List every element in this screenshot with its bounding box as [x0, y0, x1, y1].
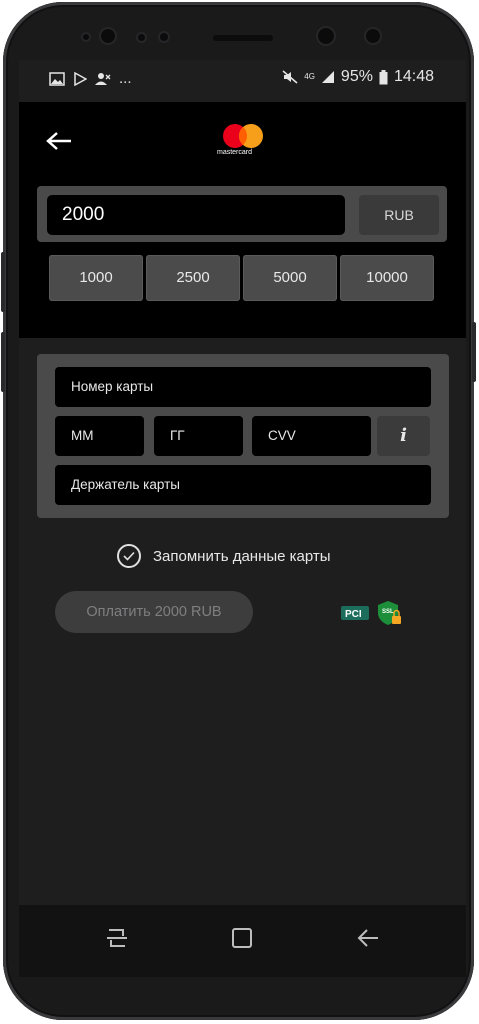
- payment-header: mastercard 2000 RUB 1000 2500 5000 10000: [19, 102, 466, 338]
- amount-panel: 2000 RUB: [37, 186, 447, 242]
- remember-card-label: Запомнить данные карты: [153, 547, 331, 565]
- status-bar: ... 4G 95% 14:48: [19, 60, 466, 100]
- missed-call-icon: [95, 72, 111, 85]
- remember-card-toggle[interactable]: Запомнить данные карты: [117, 544, 331, 568]
- pci-badge-text: PCI: [345, 609, 362, 620]
- currency-button[interactable]: RUB: [359, 195, 439, 235]
- preset-2500-button[interactable]: 2500: [146, 255, 240, 301]
- home-button[interactable]: [228, 927, 256, 955]
- card-number-field[interactable]: Номер карты: [55, 367, 431, 407]
- play-store-icon: [74, 71, 87, 86]
- ssl-badge-icon: SSL: [378, 601, 401, 625]
- network-type: 4G: [304, 72, 315, 81]
- back-button[interactable]: [45, 130, 75, 154]
- recent-apps-button[interactable]: [103, 927, 131, 955]
- power-button: [472, 322, 476, 382]
- more-notifications: ...: [119, 70, 132, 87]
- system-back-button[interactable]: [354, 927, 382, 955]
- status-right: 4G 95% 14:48: [282, 68, 434, 86]
- status-left: ...: [49, 70, 132, 87]
- pay-button[interactable]: Оплатить 2000 RUB: [55, 591, 253, 633]
- battery-icon: [379, 69, 388, 84]
- recent-apps-icon: [107, 929, 127, 947]
- brand-name: mastercard: [217, 149, 253, 156]
- back-icon: [357, 929, 378, 947]
- image-icon: [49, 71, 65, 86]
- front-camera-left: [101, 29, 115, 43]
- mastercard-logo: [215, 122, 271, 162]
- preset-5000-button[interactable]: 5000: [243, 255, 337, 301]
- mute-icon: [282, 70, 298, 84]
- iris-sensor: [366, 29, 380, 43]
- year-field[interactable]: ГГ: [154, 416, 243, 456]
- amount-input[interactable]: 2000: [47, 195, 345, 235]
- pci-badge-icon: PCI: [341, 606, 369, 620]
- volume-down-button: [1, 332, 5, 392]
- checkmark-circle-icon[interactable]: [117, 544, 141, 568]
- sensor-dot: [138, 34, 145, 41]
- ssl-badge-text: SSL: [382, 609, 394, 615]
- sensor-dot: [83, 34, 89, 40]
- battery-percent: 95%: [340, 68, 373, 85]
- phone-frame: ... 4G 95% 14:48 mastercard 2000 RUB 100…: [1, 2, 476, 1020]
- month-field[interactable]: ММ: [55, 416, 144, 456]
- cvv-field[interactable]: CVV: [252, 416, 371, 456]
- earpiece-speaker: [213, 35, 273, 41]
- volume-up-button: [1, 252, 5, 312]
- info-icon: i: [400, 425, 407, 446]
- front-camera: [318, 28, 334, 44]
- preset-amounts: 1000 2500 5000 10000: [49, 255, 434, 301]
- sensor-dot: [160, 33, 168, 41]
- mastercard-circles-icon: [223, 124, 263, 148]
- card-form: Номер карты ММ ГГ CVV i Держатель карты: [37, 354, 449, 518]
- system-nav-bar: [19, 905, 466, 977]
- card-holder-field[interactable]: Держатель карты: [55, 465, 431, 505]
- signal-icon: [321, 71, 334, 83]
- screen: ... 4G 95% 14:48 mastercard 2000 RUB 100…: [19, 60, 466, 977]
- arrow-left-icon: [46, 132, 71, 150]
- home-icon: [232, 928, 252, 948]
- clock: 14:48: [393, 68, 434, 85]
- preset-10000-button[interactable]: 10000: [340, 255, 434, 301]
- preset-1000-button[interactable]: 1000: [49, 255, 143, 301]
- checkmark-icon: [123, 551, 135, 561]
- cvv-info-button[interactable]: i: [377, 416, 430, 456]
